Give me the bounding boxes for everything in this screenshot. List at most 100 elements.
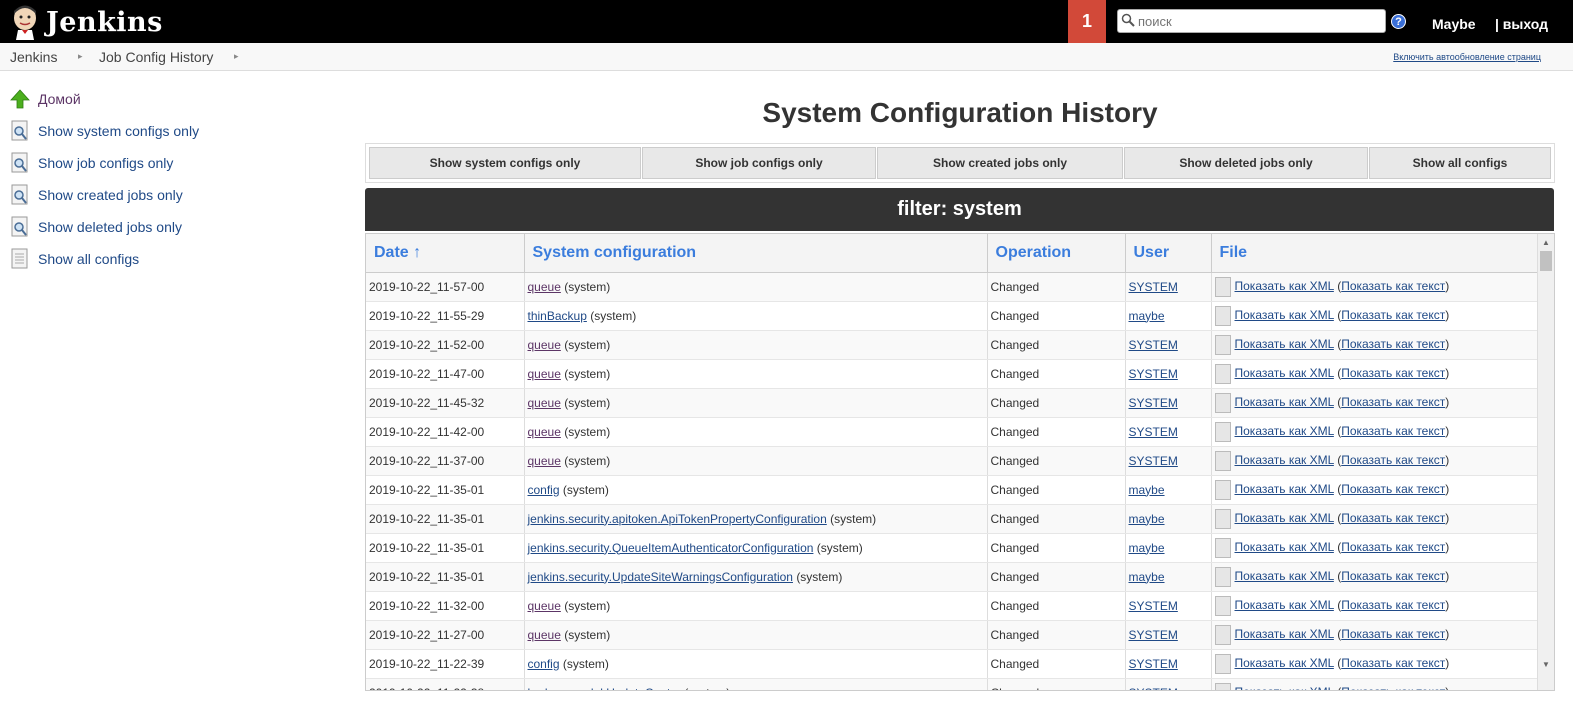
show-xml-link[interactable]: Показать как XML: [1235, 279, 1334, 293]
operation-cell: Changed: [987, 504, 1126, 534]
user-link[interactable]: SYSTEM: [1129, 657, 1178, 671]
config-link[interactable]: queue: [528, 338, 561, 352]
search-input[interactable]: [1138, 12, 1378, 30]
notification-badge[interactable]: 1: [1068, 0, 1106, 43]
user-link[interactable]: SYSTEM: [1129, 338, 1178, 352]
config-link[interactable]: jenkins.security.QueueItemAuthenticatorC…: [528, 541, 814, 555]
jenkins-logo[interactable]: Jenkins: [10, 2, 163, 42]
sidebar-item-label[interactable]: Show system configs only: [38, 123, 199, 139]
show-text-link[interactable]: Показать как текст: [1341, 453, 1445, 467]
show-created-jobs-button[interactable]: Show created jobs only: [877, 147, 1123, 179]
sidebar-item-created-jobs[interactable]: Show created jobs only: [10, 183, 183, 207]
sidebar-item-label[interactable]: Show created jobs only: [38, 187, 183, 203]
show-xml-link[interactable]: Показать как XML: [1235, 453, 1334, 467]
config-link[interactable]: queue: [528, 425, 561, 439]
show-text-link[interactable]: Показать как текст: [1341, 424, 1445, 438]
show-xml-link[interactable]: Показать как XML: [1235, 337, 1334, 351]
sidebar-item-deleted-jobs[interactable]: Show deleted jobs only: [10, 215, 182, 239]
scroll-up-arrow-icon[interactable]: ▲: [1542, 238, 1550, 247]
show-text-link[interactable]: Показать как текст: [1341, 569, 1445, 583]
scroll-thumb[interactable]: [1540, 251, 1552, 271]
show-deleted-jobs-button[interactable]: Show deleted jobs only: [1124, 147, 1368, 179]
config-link[interactable]: queue: [528, 628, 561, 642]
config-link[interactable]: queue: [528, 396, 561, 410]
show-text-link[interactable]: Показать как текст: [1341, 656, 1445, 670]
show-xml-link[interactable]: Показать как XML: [1235, 395, 1334, 409]
help-icon[interactable]: ?: [1391, 14, 1406, 29]
show-text-link[interactable]: Показать как текст: [1341, 308, 1445, 322]
show-xml-link[interactable]: Показать как XML: [1235, 424, 1334, 438]
show-text-link[interactable]: Показать как текст: [1341, 627, 1445, 641]
config-link[interactable]: config: [528, 657, 560, 671]
sidebar-item-label[interactable]: Домой: [38, 91, 81, 107]
breadcrumb-separator[interactable]: ▸: [78, 51, 83, 62]
show-xml-link[interactable]: Показать как XML: [1235, 366, 1334, 380]
breadcrumb-jenkins[interactable]: Jenkins: [10, 49, 57, 65]
history-table: Date ↑ System configuration Operation Us…: [366, 234, 1539, 691]
user-link[interactable]: SYSTEM: [1129, 280, 1178, 294]
enable-autorefresh-link[interactable]: Включить автообновление страниц: [1393, 52, 1541, 62]
breadcrumb-job-config-history[interactable]: Job Config History: [99, 49, 213, 65]
show-xml-link[interactable]: Показать как XML: [1235, 511, 1334, 525]
show-all-configs-button[interactable]: Show all configs: [1369, 147, 1551, 179]
sidebar-item-job-configs[interactable]: Show job configs only: [10, 151, 173, 175]
show-xml-link[interactable]: Показать как XML: [1235, 569, 1334, 583]
show-xml-link[interactable]: Показать как XML: [1235, 598, 1334, 612]
sidebar-item-label[interactable]: Show job configs only: [38, 155, 173, 171]
sidebar-item-all-configs[interactable]: Show all configs: [10, 247, 139, 271]
show-text-link[interactable]: Показать как текст: [1341, 337, 1445, 351]
column-header-operation[interactable]: Operation: [987, 234, 1126, 273]
show-system-configs-button[interactable]: Show system configs only: [369, 147, 641, 179]
config-link[interactable]: queue: [528, 367, 561, 381]
sidebar-item-label[interactable]: Show all configs: [38, 251, 139, 267]
user-link[interactable]: maybe: [1129, 483, 1165, 497]
sidebar-item-system-configs[interactable]: Show system configs only: [10, 119, 199, 143]
show-xml-link[interactable]: Показать как XML: [1235, 685, 1334, 690]
column-header-date[interactable]: Date ↑: [366, 234, 525, 273]
show-xml-link[interactable]: Показать как XML: [1235, 540, 1334, 554]
show-xml-link[interactable]: Показать как XML: [1235, 308, 1334, 322]
breadcrumb-separator[interactable]: ▸: [234, 51, 239, 62]
show-text-link[interactable]: Показать как текст: [1341, 395, 1445, 409]
sidebar-item-home[interactable]: Домой: [10, 87, 81, 111]
user-link[interactable]: SYSTEM: [1129, 396, 1178, 410]
show-text-link[interactable]: Показать как текст: [1341, 279, 1445, 293]
show-text-link[interactable]: Показать как текст: [1341, 482, 1445, 496]
scroll-down-arrow-icon[interactable]: ▼: [1542, 660, 1550, 669]
user-link[interactable]: maybe: [1129, 309, 1165, 323]
config-link[interactable]: config: [528, 483, 560, 497]
show-text-link[interactable]: Показать как текст: [1341, 598, 1445, 612]
config-link[interactable]: queue: [528, 280, 561, 294]
config-link[interactable]: queue: [528, 599, 561, 613]
config-link[interactable]: queue: [528, 454, 561, 468]
show-xml-link[interactable]: Показать как XML: [1235, 656, 1334, 670]
table-scrollbar[interactable]: ▲ ▼: [1537, 234, 1554, 690]
show-text-link[interactable]: Показать как текст: [1341, 511, 1445, 525]
column-header-file[interactable]: File: [1211, 234, 1539, 273]
user-link[interactable]: maybe: [1129, 570, 1165, 584]
show-text-link[interactable]: Показать как текст: [1341, 685, 1445, 690]
logout-link[interactable]: | выход: [1495, 16, 1548, 32]
show-xml-link[interactable]: Показать как XML: [1235, 627, 1334, 641]
user-link[interactable]: SYSTEM: [1129, 454, 1178, 468]
config-link[interactable]: jenkins.security.UpdateSiteWarningsConfi…: [528, 570, 793, 584]
user-link[interactable]: SYSTEM: [1129, 367, 1178, 381]
config-link[interactable]: jenkins.security.apitoken.ApiTokenProper…: [528, 512, 827, 526]
user-link[interactable]: SYSTEM: [1129, 599, 1178, 613]
show-xml-link[interactable]: Показать как XML: [1235, 482, 1334, 496]
column-header-user[interactable]: User: [1125, 234, 1212, 273]
user-link[interactable]: SYSTEM: [1129, 425, 1178, 439]
config-link[interactable]: thinBackup: [528, 309, 587, 323]
user-link[interactable]: maybe: [1129, 512, 1165, 526]
config-link[interactable]: hudson.model.UpdateCenter: [528, 686, 681, 691]
user-link[interactable]: SYSTEM: [1129, 686, 1178, 691]
show-text-link[interactable]: Показать как текст: [1341, 540, 1445, 554]
user-link[interactable]: maybe: [1129, 541, 1165, 555]
user-link[interactable]: Maybe: [1432, 16, 1476, 32]
show-job-configs-button[interactable]: Show job configs only: [642, 147, 876, 179]
search-box[interactable]: [1117, 9, 1386, 33]
show-text-link[interactable]: Показать как текст: [1341, 366, 1445, 380]
user-link[interactable]: SYSTEM: [1129, 628, 1178, 642]
column-header-system-configuration[interactable]: System configuration: [524, 234, 988, 273]
sidebar-item-label[interactable]: Show deleted jobs only: [38, 219, 182, 235]
